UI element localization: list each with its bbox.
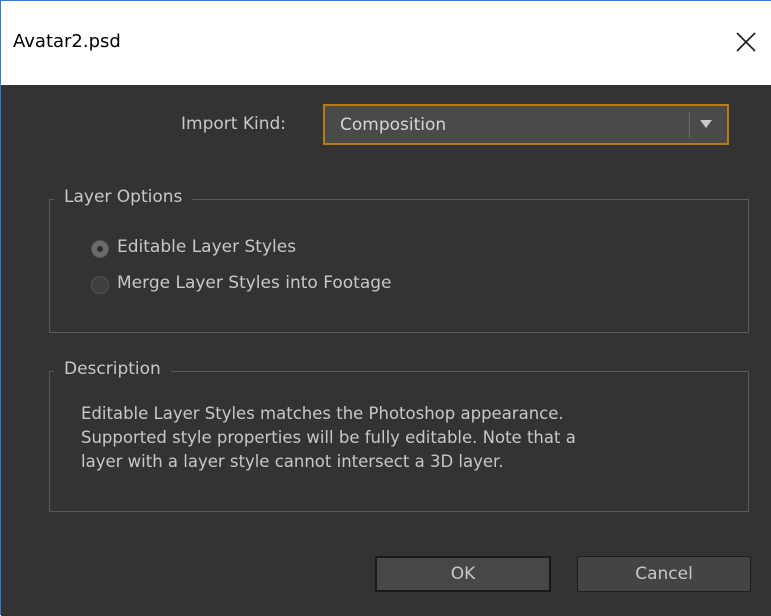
import-kind-value: Composition [340,115,447,135]
layer-options-title: Layer Options [54,187,193,207]
description-line: layer with a layer style cannot intersec… [81,452,504,471]
radio-label: Editable Layer Styles [117,237,297,257]
radio-button-checked[interactable] [91,240,109,258]
description-line: Editable Layer Styles matches the Photos… [81,404,564,423]
description-line: Supported style properties will be fully… [81,428,576,447]
title-bar[interactable]: Avatar2.psd [1,1,771,85]
radio-button[interactable] [91,276,109,294]
layer-options-group [49,199,749,333]
cancel-button[interactable]: Cancel [577,556,751,592]
close-icon [736,32,756,52]
description-text: Editable Layer Styles matches the Photos… [81,402,721,474]
import-kind-label: Import Kind: [181,114,286,134]
description-title: Description [54,359,171,379]
select-divider [689,112,690,138]
import-kind-select[interactable]: Composition [323,104,729,145]
dialog-window: Avatar2.psd Import Kind: Composition Lay… [0,0,771,616]
radio-label: Merge Layer Styles into Footage [117,273,392,293]
chevron-down-icon [700,120,712,128]
ok-button[interactable]: OK [375,556,551,592]
close-button[interactable] [725,21,769,65]
dialog-body [1,85,771,616]
window-title: Avatar2.psd [13,31,121,52]
